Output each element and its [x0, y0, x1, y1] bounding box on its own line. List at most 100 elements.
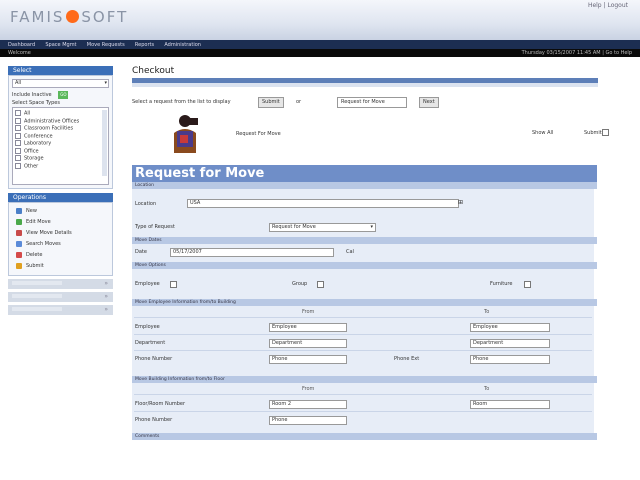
op-new[interactable]: New [12, 206, 109, 217]
space-types-list[interactable]: All Administrative Offices Classroom Fac… [12, 107, 109, 185]
submit-checkbox[interactable] [602, 129, 609, 136]
sidebar-select-dropdown[interactable]: All ▾ [12, 79, 109, 88]
to-header: To [484, 386, 490, 392]
from-header: From [302, 309, 315, 315]
employee-label: Employee [135, 324, 160, 330]
header-links[interactable]: Help | Logout [588, 2, 628, 9]
from-header: From [302, 386, 315, 392]
checkbox[interactable] [15, 117, 21, 124]
section-building: Move Building Information from/to Floor [132, 376, 597, 383]
operations-panel: New Edit Move View Move Details Search M… [8, 202, 113, 276]
from-room-field[interactable]: Room 2 [269, 400, 347, 409]
list-item[interactable]: Classroom Facilities [15, 125, 106, 133]
option-group-checkbox[interactable] [317, 281, 324, 288]
field-value: Phone [473, 356, 489, 362]
option-furniture-checkbox[interactable] [524, 281, 531, 288]
chevron-down-icon: ▾ [104, 80, 107, 86]
section-employee: Move Employee Information from/to Buildi… [132, 299, 597, 306]
sidebar-select-panel: All ▾ Include Inactive GO Select Space T… [8, 75, 113, 189]
go-button[interactable]: GO [58, 91, 69, 99]
from-employee-field[interactable]: Employee [269, 323, 347, 332]
from-building-phone-field[interactable]: Phone [269, 416, 347, 425]
divider [134, 334, 592, 335]
app-header: FAMIS SOFT Help | Logout [0, 0, 640, 40]
type-select[interactable]: Request for Move ▾ [269, 223, 376, 232]
page-title: Checkout [132, 66, 175, 76]
checkbox[interactable] [15, 162, 21, 169]
date-value: 05/17/2007 [173, 249, 202, 255]
list-item-label: Other [24, 163, 39, 169]
sidebar-select-title: Select [8, 66, 113, 75]
location-label: Location [135, 201, 157, 207]
list-item[interactable]: All [15, 110, 106, 118]
date-help-text[interactable]: Thursday 03/15/2007 11:45 AM | Go to Hel… [522, 49, 632, 57]
to-department-field[interactable]: Department [470, 339, 550, 348]
field-value: Department [473, 340, 504, 346]
logo[interactable]: FAMIS SOFT [10, 8, 128, 26]
checkbox[interactable] [15, 140, 21, 146]
phone-label: Phone Number [135, 356, 173, 362]
op-edit-move[interactable]: Edit Move [12, 217, 109, 228]
list-item[interactable]: Laboratory [15, 140, 106, 148]
op-search-moves[interactable]: Search Moves [12, 239, 109, 250]
collapsed-label-placeholder [12, 281, 62, 285]
calendar-link[interactable]: Cal [346, 249, 354, 255]
op-label: Delete [26, 252, 43, 258]
date-field[interactable]: 05/17/2007 [170, 248, 334, 257]
collapsed-panel-3[interactable]: » [8, 305, 113, 315]
to-room-field[interactable]: Room [470, 400, 550, 409]
submit-link[interactable]: Submit [584, 130, 602, 136]
location-field[interactable]: USA [187, 199, 459, 208]
submit-icon [16, 262, 22, 269]
location-section: Location USA ⊞ [132, 189, 594, 219]
collapsed-panel-1[interactable]: » [8, 279, 113, 289]
list-item[interactable]: Administrative Offices [15, 117, 106, 126]
list-scrollbar[interactable] [102, 110, 107, 176]
space-types-label: Select Space Types [12, 100, 60, 106]
divider [134, 317, 592, 318]
search-icon [16, 240, 22, 247]
op-submit[interactable]: Submit [12, 261, 109, 272]
list-item-label: All [24, 110, 31, 117]
top-navigation: Dashboard Space Mgmt Move Requests Repor… [0, 40, 640, 49]
section-location: Location [132, 182, 597, 189]
collapsed-panel-2[interactable]: » [8, 292, 113, 302]
divider [134, 350, 592, 351]
op-view-details[interactable]: View Move Details [12, 228, 109, 239]
from-department-field[interactable]: Department [269, 339, 347, 348]
checkbox[interactable] [15, 110, 21, 116]
list-item[interactable]: Office [15, 147, 106, 156]
main-content: Checkout Select a request from the list … [132, 66, 609, 440]
option-furniture-label: Furniture [490, 281, 513, 287]
checkbox[interactable] [15, 155, 21, 161]
op-label: Edit Move [26, 219, 51, 225]
list-item-label: Storage [24, 155, 44, 162]
op-delete[interactable]: Delete [12, 250, 109, 261]
list-item-label: Administrative Offices [24, 118, 80, 124]
show-all-link[interactable]: Show All [532, 130, 553, 136]
to-phone-field[interactable]: Phone [470, 355, 550, 364]
op-label: Search Moves [26, 241, 61, 247]
field-value: Phone [272, 356, 288, 362]
chevron-right-icon: » [104, 306, 108, 313]
include-inactive-label: Include Inactive [12, 92, 52, 98]
sub-bar: Welcome Thursday 03/15/2007 11:45 AM | G… [0, 49, 640, 57]
divider [134, 411, 592, 412]
to-employee-field[interactable]: Employee [470, 323, 550, 332]
lookup-icon[interactable]: ⊞ [458, 199, 463, 206]
field-value: Room [473, 401, 488, 407]
request-type-value: Request for Move [341, 99, 385, 105]
option-group-label: Group [292, 281, 308, 287]
chevron-down-icon: ▾ [370, 224, 373, 230]
list-item[interactable]: Conference [15, 132, 106, 141]
option-employee-checkbox[interactable] [170, 281, 177, 288]
from-phone-field[interactable]: Phone [269, 355, 347, 364]
checkbox[interactable] [15, 147, 21, 154]
list-item[interactable]: Storage [15, 155, 106, 163]
field-value: Phone [272, 417, 288, 423]
list-item[interactable]: Other [15, 162, 106, 171]
request-toolbar: Select a request from the list to displa… [132, 97, 598, 108]
checkbox[interactable] [15, 132, 21, 139]
chevron-right-icon: » [104, 280, 108, 287]
checkbox[interactable] [15, 125, 21, 131]
